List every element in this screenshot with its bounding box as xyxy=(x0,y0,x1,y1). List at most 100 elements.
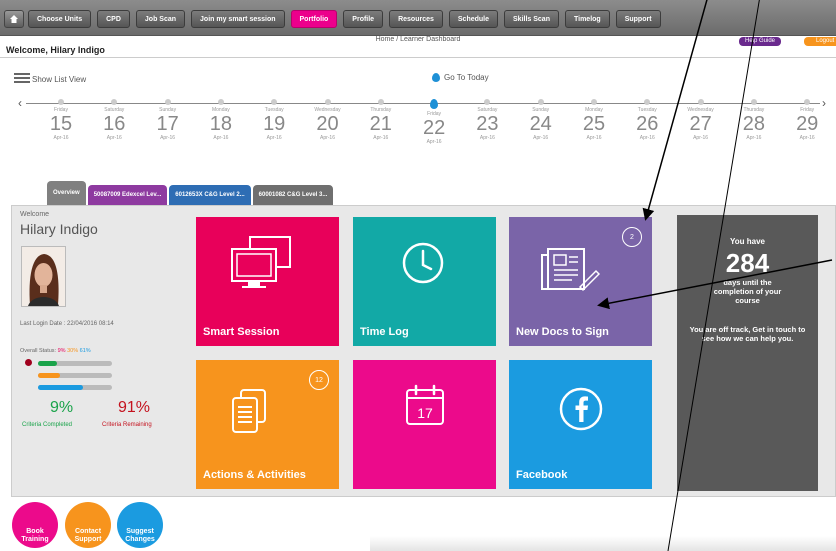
tab-course-2[interactable]: 6012653X C&G Level 2... xyxy=(169,185,251,205)
nav-item-cpd[interactable]: CPD xyxy=(97,10,130,28)
nav-item-join-my-smart-session[interactable]: Join my smart session xyxy=(191,10,285,28)
book-training-button[interactable]: Book Training xyxy=(12,502,58,548)
avatar xyxy=(21,246,66,307)
off-track-message: You are off track, Get in touch to see h… xyxy=(689,325,806,343)
timeline-knob xyxy=(111,99,118,105)
you-have-label: You have xyxy=(730,237,765,246)
timeline-knob xyxy=(271,99,278,105)
nav-item-resources[interactable]: Resources xyxy=(389,10,443,28)
contact-support-button[interactable]: Contact Support xyxy=(65,502,111,548)
status-bar-blue xyxy=(38,385,112,390)
status-bar-red xyxy=(38,361,112,366)
timeline-knob xyxy=(644,99,651,105)
drop-icon xyxy=(432,73,440,82)
tab-course-3[interactable]: 60001082 C&G Level 3... xyxy=(252,185,334,205)
day-number: 29 xyxy=(796,113,819,135)
day-month: Apr-16 xyxy=(53,135,69,141)
nav-item-portfolio[interactable]: Portfolio xyxy=(290,10,338,28)
help-guide-button[interactable]: Help Guide xyxy=(739,37,782,46)
day-month: Apr-16 xyxy=(479,135,495,141)
status-red-value: 9% xyxy=(57,348,66,354)
time-log-tile[interactable]: Time Log xyxy=(353,217,496,346)
learner-name: Hilary Indigo xyxy=(20,221,98,237)
tab-overview[interactable]: Overview xyxy=(47,181,86,205)
status-bar-orange xyxy=(38,373,112,378)
nav-item-choose-units[interactable]: Choose Units xyxy=(28,10,92,28)
timeline-day[interactable]: Friday 15 Apr-16 xyxy=(41,99,81,141)
timeline-day[interactable]: Monday 18 Apr-16 xyxy=(201,99,241,141)
day-number: 15 xyxy=(49,113,73,135)
timeline-day[interactable]: Monday 25 Apr-16 xyxy=(574,99,614,141)
day-month: Apr-16 xyxy=(799,135,815,141)
day-number: 24 xyxy=(529,113,552,135)
nav-item-job-scan[interactable]: Job Scan xyxy=(135,10,186,28)
new-docs-count-badge: 2 xyxy=(622,227,642,247)
day-month: Apr-16 xyxy=(373,135,389,141)
calendar-tile[interactable]: 17 xyxy=(353,360,496,489)
timeline-day[interactable]: Tuesday 26 Apr-16 xyxy=(627,99,667,141)
nav-item-profile[interactable]: Profile xyxy=(343,10,384,28)
timeline-knob xyxy=(697,99,704,105)
facebook-tile[interactable]: Facebook xyxy=(509,360,652,489)
timeline-day[interactable]: Sunday 24 Apr-16 xyxy=(521,99,561,141)
criteria-completed-label: Criteria Completed xyxy=(22,422,73,428)
timeline-day[interactable]: Wednesday 27 Apr-16 xyxy=(681,99,721,141)
status-blue-value: 61% xyxy=(79,348,91,354)
day-number: 20 xyxy=(316,113,339,135)
nav-item-schedule[interactable]: Schedule xyxy=(448,10,499,28)
tab-course-1[interactable]: 50087009 Edexcel Lev... xyxy=(87,185,168,205)
status-dot-icon xyxy=(25,359,32,366)
day-month: Apr-16 xyxy=(693,135,709,141)
facebook-label: Facebook xyxy=(516,469,568,481)
day-number: 28 xyxy=(742,113,766,135)
timeline-day[interactable]: Sunday 17 Apr-16 xyxy=(148,99,188,141)
timeline-prev-icon[interactable]: ‹ xyxy=(18,96,22,110)
timeline-day[interactable]: Tuesday 19 Apr-16 xyxy=(254,99,294,141)
documents-icon xyxy=(232,389,266,433)
show-list-view-link[interactable]: Show List View xyxy=(14,73,86,85)
actions-count-badge: 12 xyxy=(309,370,329,390)
go-to-today-label: Go To Today xyxy=(444,73,489,82)
timeline-knob xyxy=(164,99,171,105)
timeline-knob xyxy=(804,99,811,105)
day-month: Apr-16 xyxy=(639,135,655,141)
day-month: Apr-16 xyxy=(319,135,335,141)
logout-button[interactable]: Logout xyxy=(804,37,836,46)
document-sign-icon xyxy=(541,248,600,292)
day-month: Apr-16 xyxy=(213,135,229,141)
new-docs-tile[interactable]: 2 New Docs to Sign xyxy=(509,217,652,346)
go-to-today-link[interactable]: Go To Today xyxy=(432,73,489,82)
timeline-day[interactable]: Thursday 21 Apr-16 xyxy=(361,99,401,141)
day-number: 21 xyxy=(369,113,392,135)
facebook-icon xyxy=(559,387,603,431)
timeline-knob xyxy=(217,99,224,105)
list-icon xyxy=(14,73,30,85)
actions-activities-tile[interactable]: 12 Actions & Activities xyxy=(196,360,339,489)
monitor-icon xyxy=(231,236,291,288)
nav-item-support[interactable]: Support xyxy=(615,10,661,28)
day-number: 17 xyxy=(156,113,179,135)
day-month: Apr-16 xyxy=(266,135,282,141)
days-remaining-value: 284 xyxy=(725,248,770,278)
timeline-day[interactable]: Friday 22 Apr-16 xyxy=(414,99,454,145)
day-number: 22 xyxy=(422,117,446,139)
nav-item-skills-scan[interactable]: Skills Scan xyxy=(504,10,559,28)
smart-session-tile[interactable]: Smart Session xyxy=(196,217,339,346)
timeline-day[interactable]: Thursday 28 Apr-16 xyxy=(734,99,774,141)
timeline-knob xyxy=(324,99,331,105)
timeline-day[interactable]: Wednesday 20 Apr-16 xyxy=(308,99,348,141)
timeline-day[interactable]: Saturday 16 Apr-16 xyxy=(94,99,134,141)
home-icon[interactable] xyxy=(4,10,24,28)
day-number: 16 xyxy=(103,113,126,135)
day-month: Apr-16 xyxy=(160,135,176,141)
completion-countdown-panel: You have 284 days until the completion o… xyxy=(677,215,818,491)
overall-status: Overall Status: 9% 30% 61% xyxy=(20,348,91,354)
last-login-date: Last Login Date : 22/04/2016 08:14 xyxy=(20,321,114,327)
criteria-remaining-value: 91% xyxy=(118,399,151,416)
smart-session-label: Smart Session xyxy=(203,326,280,338)
timeline-day[interactable]: Friday 29 Apr-16 xyxy=(787,99,827,141)
timeline-knob xyxy=(430,99,439,109)
timeline-day[interactable]: Saturday 23 Apr-16 xyxy=(467,99,507,141)
suggest-changes-button[interactable]: Suggest Changes xyxy=(117,502,163,548)
nav-item-timelog[interactable]: Timelog xyxy=(564,10,610,28)
